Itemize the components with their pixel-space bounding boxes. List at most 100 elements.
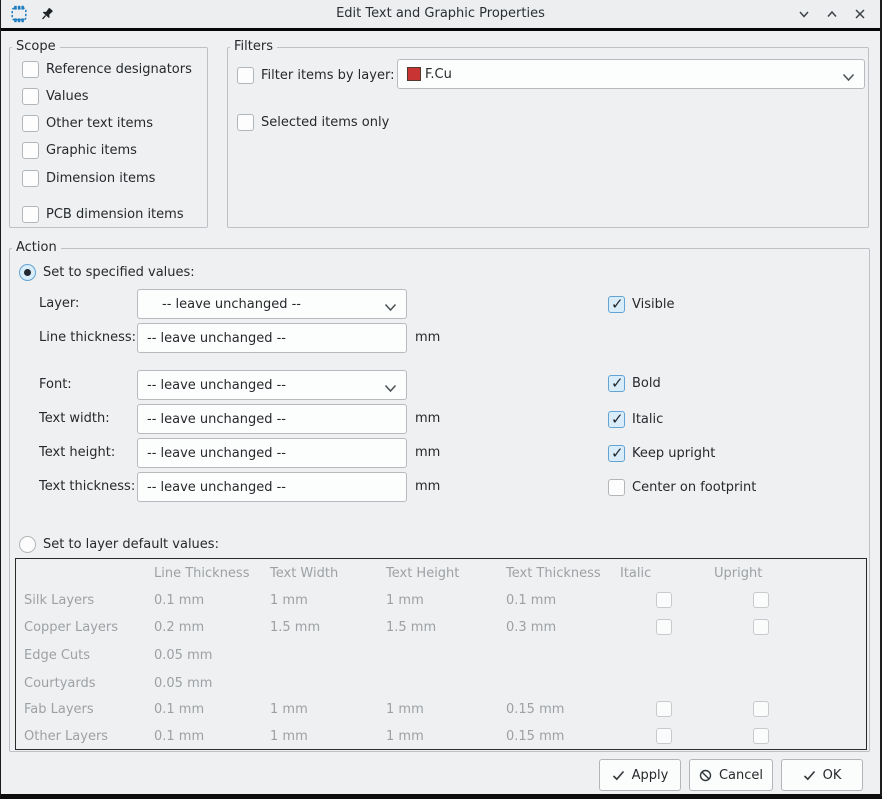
apply-button[interactable]: Apply (599, 759, 681, 791)
scope-reference-designators[interactable]: Reference designators (22, 60, 192, 78)
chevron-up-icon (825, 7, 839, 21)
close-button[interactable] (852, 6, 868, 22)
line-thickness-value: -- leave unchanged -- (147, 331, 286, 346)
upright-checkbox[interactable] (753, 728, 769, 744)
text-height-input[interactable]: -- leave unchanged -- (137, 438, 407, 468)
radio-button[interactable] (19, 536, 36, 553)
layer-select[interactable]: -- leave unchanged -- (137, 289, 407, 319)
table-row-fab-layers: Fab Layers 0.1 mm 1 mm 1 mm 0.15 mm (16, 696, 866, 723)
radio-button[interactable] (19, 264, 36, 281)
checkbox[interactable] (22, 61, 39, 78)
scope-other-text-items[interactable]: Other text items (22, 114, 153, 132)
checkbox-label: Selected items only (261, 115, 389, 130)
chevron-down-icon (842, 71, 855, 86)
line-thickness-field-label: Line thickness: (39, 323, 136, 353)
checkbox-label: Graphic items (46, 143, 137, 158)
checkbox[interactable] (22, 142, 39, 159)
scope-graphic-items[interactable]: Graphic items (22, 141, 137, 159)
layer-filter-select[interactable]: F.Cu (397, 59, 865, 89)
line-thickness-input[interactable]: -- leave unchanged -- (137, 323, 407, 353)
ok-button[interactable]: OK (781, 759, 863, 791)
font-select-value: -- leave unchanged -- (147, 378, 286, 393)
checkbox[interactable] (22, 115, 39, 132)
italic-checkbox[interactable] (656, 701, 672, 717)
center-on-footprint-checkbox-row[interactable]: Center on footprint (608, 478, 756, 496)
radio-label: Set to layer default values: (43, 537, 219, 552)
titlebar: Edit Text and Graphic Properties (1, 0, 880, 31)
checkbox-label: Visible (632, 297, 674, 312)
line-thickness-unit: mm (415, 323, 440, 353)
table-row-copper-layers: Copper Layers 0.2 mm 1.5 mm 1.5 mm 0.3 m… (16, 614, 866, 641)
visible-checkbox-row[interactable]: Visible (608, 295, 674, 313)
text-width-input[interactable]: -- leave unchanged -- (137, 404, 407, 434)
italic-checkbox[interactable] (656, 619, 672, 635)
roll-down-button[interactable] (796, 6, 812, 22)
checkbox[interactable] (237, 114, 254, 131)
table-row-other-layers: Other Layers 0.1 mm 1 mm 1 mm 0.15 mm (16, 723, 866, 750)
table-row-edge-cuts: Edge Cuts 0.05 mm (16, 642, 866, 669)
col-header-italic: Italic (620, 560, 651, 587)
scope-group-label: Scope (12, 39, 60, 54)
action-group-label: Action (12, 240, 61, 255)
checkbox[interactable] (608, 445, 625, 462)
text-thickness-field-label: Text thickness: (39, 472, 135, 502)
checkbox-label: Values (46, 89, 88, 104)
layer-color-swatch (407, 67, 421, 81)
scope-pcb-dimension-items[interactable]: PCB dimension items (22, 205, 184, 223)
chevron-down-icon (384, 382, 397, 397)
chevron-down-icon (797, 7, 811, 21)
font-select[interactable]: -- leave unchanged -- (137, 370, 407, 400)
checkbox[interactable] (237, 67, 254, 84)
pin-icon[interactable] (39, 6, 55, 22)
checkbox-label: Italic (632, 412, 663, 427)
text-thickness-value: -- leave unchanged -- (147, 480, 286, 495)
italic-checkbox-row[interactable]: Italic (608, 410, 663, 428)
keep-upright-checkbox-row[interactable]: Keep upright (608, 444, 715, 462)
table-row-courtyards: Courtyards 0.05 mm (16, 670, 866, 697)
italic-checkbox[interactable] (656, 592, 672, 608)
checkbox-label: Reference designators (46, 62, 192, 77)
checkbox[interactable] (608, 411, 625, 428)
checkbox-label: Center on footprint (632, 480, 756, 495)
scope-dimension-items[interactable]: Dimension items (22, 169, 155, 187)
checkbox-label: Bold (632, 376, 661, 391)
chevron-down-icon (384, 301, 397, 316)
upright-checkbox[interactable] (753, 619, 769, 635)
close-icon (853, 7, 867, 21)
text-height-value: -- leave unchanged -- (147, 446, 286, 461)
text-height-unit: mm (415, 438, 440, 468)
upright-checkbox[interactable] (753, 592, 769, 608)
check-icon (803, 770, 816, 781)
roll-up-button[interactable] (824, 6, 840, 22)
checkbox[interactable] (608, 479, 625, 496)
set-specified-values-radio-row[interactable]: Set to specified values: (19, 263, 195, 281)
table-row-silk-layers: Silk Layers 0.1 mm 1 mm 1 mm 0.1 mm (16, 587, 866, 614)
scope-values[interactable]: Values (22, 87, 88, 105)
selected-items-only-checkbox-row[interactable]: Selected items only (237, 113, 389, 131)
col-header-text-height: Text Height (386, 560, 459, 587)
bold-checkbox-row[interactable]: Bold (608, 374, 661, 392)
edit-text-graphic-properties-dialog: Edit Text and Graphic Properties Scope (0, 0, 882, 799)
checkbox-label: Keep upright (632, 446, 715, 461)
italic-checkbox[interactable] (656, 728, 672, 744)
checkbox-label: Other text items (46, 116, 153, 131)
button-label: OK (823, 768, 842, 783)
checkbox[interactable] (22, 170, 39, 187)
upright-checkbox[interactable] (753, 701, 769, 717)
checkbox[interactable] (608, 375, 625, 392)
window-title: Edit Text and Graphic Properties (1, 0, 880, 28)
col-header-upright: Upright (714, 560, 762, 587)
text-thickness-input[interactable]: -- leave unchanged -- (137, 472, 407, 502)
checkbox[interactable] (22, 88, 39, 105)
layer-select-value: -- leave unchanged -- (162, 297, 301, 312)
checkbox[interactable] (22, 206, 39, 223)
col-header-text-thickness: Text Thickness (506, 560, 601, 587)
table-header-row: Line Thickness Text Width Text Height Te… (16, 560, 866, 587)
layer-defaults-table: Line Thickness Text Width Text Height Te… (15, 558, 867, 750)
set-layer-defaults-radio-row[interactable]: Set to layer default values: (19, 535, 219, 553)
cancel-button[interactable]: Cancel (689, 759, 773, 791)
checkbox[interactable] (608, 296, 625, 313)
text-width-unit: mm (415, 404, 440, 434)
filter-by-layer-checkbox-row[interactable]: Filter items by layer: (237, 66, 394, 84)
text-width-value: -- leave unchanged -- (147, 412, 286, 427)
